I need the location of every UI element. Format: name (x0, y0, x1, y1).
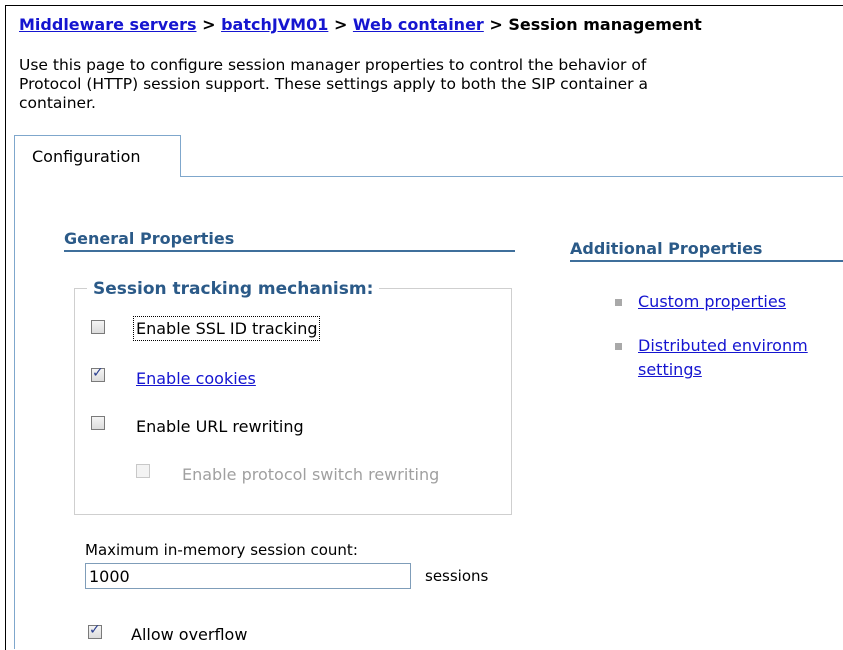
distributed-environment-settings-link-line2[interactable]: settings (638, 360, 702, 379)
breadcrumb-separator: > (489, 15, 503, 34)
enable-ssl-id-tracking-checkbox[interactable] (91, 320, 105, 334)
panel-border (14, 176, 15, 649)
breadcrumb-current: Session management (508, 15, 702, 34)
enable-protocol-switch-rewriting-label: Enable protocol switch rewriting (182, 465, 440, 484)
additional-properties-title: Additional Properties (570, 239, 763, 258)
enable-ssl-id-tracking-label[interactable]: Enable SSL ID tracking (132, 316, 321, 341)
breadcrumb-link-web-container[interactable]: Web container (353, 15, 484, 34)
enable-protocol-switch-rewriting-checkbox (136, 464, 150, 478)
breadcrumb: Middleware servers > batchJVM01 > Web co… (19, 15, 702, 34)
bullet-icon (615, 299, 622, 306)
enable-cookies-checkbox[interactable] (91, 365, 105, 382)
custom-properties-link[interactable]: Custom properties (638, 292, 786, 311)
general-properties-rule (64, 250, 515, 252)
allow-overflow-checkbox[interactable] (88, 622, 102, 639)
bullet-icon (615, 343, 622, 350)
page-description: Use this page to configure session manag… (19, 56, 843, 113)
description-line: container. (19, 94, 96, 112)
max-session-count-label: Maximum in-memory session count: (85, 541, 358, 559)
tab-configuration[interactable]: Configuration (14, 135, 181, 177)
allow-overflow-label: Allow overflow (131, 625, 248, 644)
breadcrumb-link-middleware-servers[interactable]: Middleware servers (19, 15, 197, 34)
description-line: Use this page to configure session manag… (19, 56, 647, 74)
additional-properties-rule (570, 260, 843, 262)
breadcrumb-separator: > (333, 15, 348, 34)
enable-url-rewriting-checkbox[interactable] (91, 416, 105, 430)
tab-bar-divider (181, 176, 843, 177)
general-properties-title: General Properties (64, 229, 235, 248)
enable-url-rewriting-label: Enable URL rewriting (136, 417, 304, 436)
session-tracking-legend: Session tracking mechanism: (87, 279, 380, 299)
breadcrumb-link-server[interactable]: batchJVM01 (221, 15, 328, 34)
description-line: Protocol (HTTP) session support. These s… (19, 75, 648, 93)
distributed-environment-settings-link[interactable]: Distributed environm (638, 336, 808, 355)
sessions-unit-label: sessions (425, 567, 489, 585)
breadcrumb-separator: > (202, 15, 216, 34)
max-session-count-input[interactable] (85, 563, 411, 589)
enable-cookies-link[interactable]: Enable cookies (136, 369, 256, 388)
